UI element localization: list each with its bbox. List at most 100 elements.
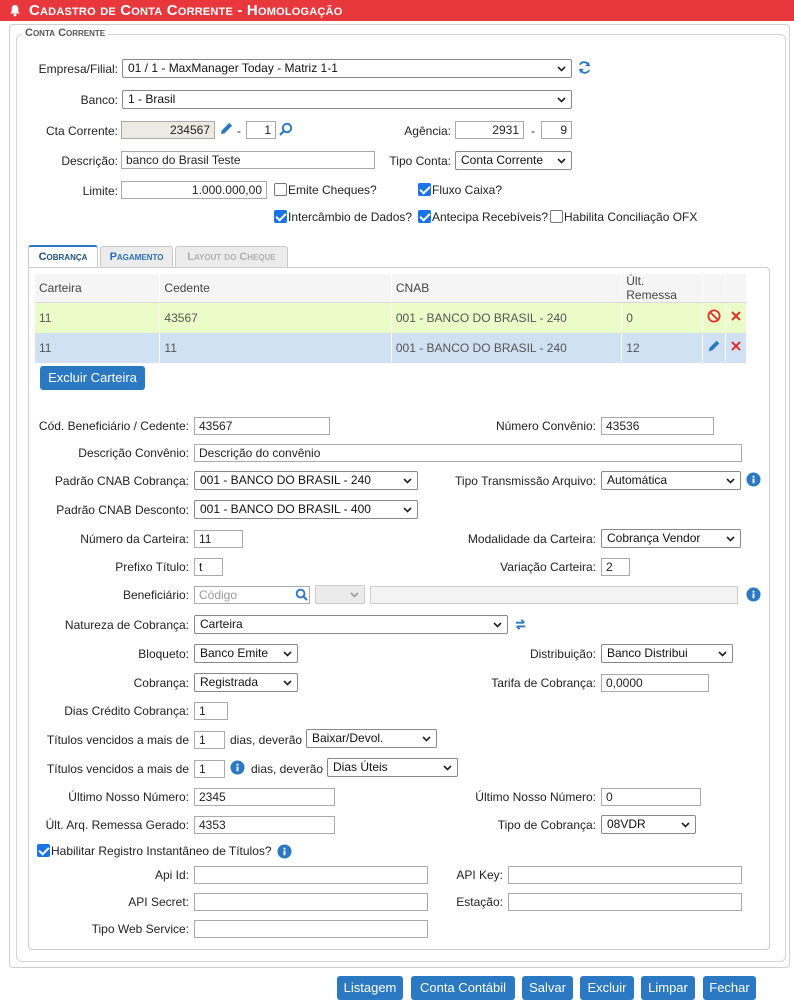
emite-cheques-checkbox[interactable] <box>274 183 287 196</box>
tipo-transmissao-select[interactable]: Automática <box>601 471 741 490</box>
fluxo-caixa-checkbox[interactable] <box>418 183 431 196</box>
titulos-vencidos-label: Títulos vencidos a mais de <box>46 733 189 747</box>
salvar-button[interactable]: Salvar <box>522 976 573 1000</box>
carteiras-table: Carteira Cedente CNAB Últ. Remessa 11 43… <box>35 274 748 363</box>
ultimo-nosso-numero-input[interactable]: 2345 <box>194 788 335 806</box>
pencil-icon[interactable] <box>219 121 234 136</box>
natureza-cobranca-select[interactable]: Carteira <box>194 615 508 634</box>
chevron-down-icon <box>726 478 735 484</box>
cod-beneficiario-label: Cód. Beneficiário / Cedente: <box>38 419 189 433</box>
ult-arq-remessa-input[interactable]: 4353 <box>194 816 335 834</box>
fluxo-caixa-label: Fluxo Caixa? <box>432 183 503 197</box>
titulos-vencidos-dias-input-2[interactable]: 1 <box>194 760 225 778</box>
pencil-icon[interactable] <box>707 339 721 353</box>
col-cnab[interactable]: CNAB <box>391 274 623 303</box>
limpar-button[interactable]: Limpar <box>641 976 695 1000</box>
block-icon[interactable] <box>707 309 721 323</box>
excluir-button[interactable]: Excluir <box>580 976 634 1000</box>
tab-pagamento[interactable]: Pagamento <box>100 246 173 267</box>
padrao-cnab-desconto-select[interactable]: 001 - BANCO DO BRASIL - 400 <box>194 500 418 519</box>
variacao-carteira-input[interactable]: 2 <box>601 558 630 576</box>
agencia-digito-input[interactable]: 9 <box>541 121 572 139</box>
fieldset-legend: Conta Corrente <box>22 27 109 39</box>
listagem-button[interactable]: Listagem <box>337 976 403 1000</box>
beneficiario-nome-input <box>370 586 738 604</box>
table-row[interactable]: 11 43567 001 - BANCO DO BRASIL - 240 0 <box>35 302 748 333</box>
api-id-input[interactable] <box>194 866 428 884</box>
tipo-web-service-input[interactable] <box>194 920 428 938</box>
agencia-separator: - <box>531 124 535 138</box>
beneficiario-codigo-input[interactable]: Código <box>194 586 310 604</box>
tarifa-cobranca-label: Tarifa de Cobrança: <box>491 676 596 690</box>
search-icon[interactable] <box>279 122 293 136</box>
tipo-conta-select[interactable]: Conta Corrente <box>455 151 572 170</box>
cta-digito-input[interactable]: 1 <box>246 121 276 139</box>
refresh-icon[interactable] <box>577 60 592 75</box>
tab-cobranca[interactable]: Cobrança <box>28 245 98 267</box>
excluir-carteira-button[interactable]: Excluir Carteira <box>40 366 145 390</box>
prefixo-titulo-label: Prefixo Título: <box>115 560 189 574</box>
numero-convenio-input[interactable]: 43536 <box>601 417 714 435</box>
tipo-cobranca-label: Tipo de Cobrança: <box>497 818 596 832</box>
ultimo-nosso-numero-input-2[interactable]: 0 <box>601 788 701 806</box>
habilitar-registro-checkbox[interactable] <box>37 844 50 857</box>
habilita-ofx-checkbox[interactable] <box>550 210 563 223</box>
chevron-down-icon <box>557 97 566 103</box>
chevron-down-icon <box>422 736 431 742</box>
cell-carteira: 11 <box>35 302 161 333</box>
agencia-label: Agência: <box>404 124 451 138</box>
info-icon[interactable] <box>746 587 761 602</box>
modalidade-carteira-label: Modalidade da Carteira: <box>467 532 596 546</box>
ult-arq-remessa-label: Últ. Arq. Remessa Gerado: <box>45 818 189 832</box>
distribuicao-select[interactable]: Banco Distribui <box>601 644 733 663</box>
close-icon[interactable] <box>730 310 742 322</box>
api-secret-input[interactable] <box>194 893 428 911</box>
tipo-cobranca-select[interactable]: 08VDR <box>601 815 696 834</box>
descricao-convenio-input[interactable]: Descrição do convênio <box>194 444 742 462</box>
empresa-label: Empresa/Filial: <box>38 62 118 76</box>
dias-uteis-select[interactable]: Dias Úteis <box>327 758 458 777</box>
banco-select[interactable]: 1 - Brasil <box>122 90 572 109</box>
cod-beneficiario-input[interactable]: 43567 <box>194 417 330 435</box>
descricao-label: Descrição: <box>61 154 118 168</box>
padrao-cnab-cobranca-select[interactable]: 001 - BANCO DO BRASIL - 240 <box>194 471 418 490</box>
banco-label: Banco: <box>80 93 118 107</box>
tarifa-cobranca-input[interactable]: 0,0000 <box>601 674 709 692</box>
antecipa-checkbox[interactable] <box>418 210 431 223</box>
bloqueto-select[interactable]: Banco Emite <box>194 644 298 663</box>
chevron-down-icon <box>443 765 452 771</box>
swap-icon[interactable] <box>513 617 528 632</box>
info-icon[interactable] <box>746 472 761 487</box>
info-icon[interactable] <box>230 760 245 775</box>
intercambio-checkbox[interactable] <box>274 210 287 223</box>
modalidade-carteira-select[interactable]: Cobrança Vendor <box>601 529 741 548</box>
fechar-button[interactable]: Fechar <box>703 976 756 1000</box>
ultimo-nosso-numero-label: Último Nosso Número: <box>68 790 189 804</box>
estacao-input[interactable] <box>508 893 742 911</box>
agencia-input[interactable]: 2931 <box>455 121 524 139</box>
table-row[interactable]: 11 11 001 - BANCO DO BRASIL - 240 12 <box>35 332 748 363</box>
titulos-vencidos-dias-input[interactable]: 1 <box>194 731 225 749</box>
col-carteira[interactable]: Carteira <box>35 274 161 303</box>
col-cedente[interactable]: Cedente <box>159 274 392 303</box>
info-icon[interactable] <box>277 844 292 859</box>
descricao-input[interactable]: banco do Brasil Teste <box>121 151 375 169</box>
api-key-input[interactable] <box>508 866 742 884</box>
col-action-1 <box>702 274 726 303</box>
conta-contabil-button[interactable]: Conta Contábil <box>411 976 515 1000</box>
close-icon[interactable] <box>730 340 742 352</box>
search-icon[interactable] <box>295 588 308 601</box>
cta-corrente-input[interactable]: 234567 <box>121 121 215 139</box>
numero-carteira-input[interactable]: 11 <box>194 530 243 548</box>
prefixo-titulo-input[interactable]: t <box>194 558 223 576</box>
cobranca-select[interactable]: Registrada <box>194 673 298 692</box>
empresa-select[interactable]: 01 / 1 - MaxManager Today - Matriz 1-1 <box>122 59 572 78</box>
chevron-down-icon <box>681 822 690 828</box>
col-ult-remessa[interactable]: Últ. Remessa <box>621 274 703 303</box>
dias-credito-input[interactable]: 1 <box>194 702 228 720</box>
variacao-carteira-label: Variação Carteira: <box>500 560 596 574</box>
acao-vencidos-select[interactable]: Baixar/Devol. <box>306 729 437 748</box>
limite-input[interactable]: 1.000.000,00 <box>121 181 267 199</box>
api-id-label: Api Id: <box>154 868 189 882</box>
title-bar: Cadastro de Conta Corrente - Homologação <box>0 0 794 21</box>
